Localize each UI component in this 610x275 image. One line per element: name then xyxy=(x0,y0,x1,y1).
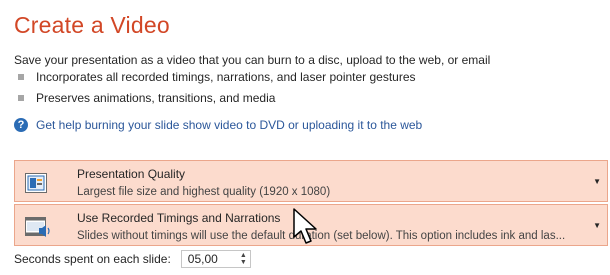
quality-dropdown[interactable]: Presentation Quality Largest file size a… xyxy=(14,160,608,202)
timings-dropdown-description: Slides without timings will use the defa… xyxy=(77,230,566,242)
film-speaker-icon xyxy=(25,217,51,237)
quality-dropdown-description: Largest file size and highest quality (1… xyxy=(77,186,331,198)
chevron-down-icon[interactable]: ▼ xyxy=(593,177,601,186)
bullet-square-icon xyxy=(18,74,24,80)
help-link-text[interactable]: Get help burning your slide show video t… xyxy=(36,118,422,132)
bullet-square-icon xyxy=(18,95,24,101)
quality-dropdown-label: Presentation Quality xyxy=(77,167,186,181)
bullet-item: Incorporates all recorded timings, narra… xyxy=(14,70,416,84)
question-circle-icon: ? xyxy=(14,118,28,132)
page-description: Save your presentation as a video that y… xyxy=(14,53,491,67)
help-link[interactable]: ? Get help burning your slide show video… xyxy=(14,118,422,132)
mouse-pointer-icon xyxy=(292,207,322,247)
seconds-setting: Seconds spent on each slide: 05,00 ▲ ▼ xyxy=(14,250,251,268)
spin-up-icon[interactable]: ▲ xyxy=(240,252,247,259)
chevron-down-icon[interactable]: ▼ xyxy=(593,221,601,230)
page-title: Create a Video xyxy=(14,12,170,38)
timings-dropdown-label: Use Recorded Timings and Narrations xyxy=(77,211,281,225)
bullet-text: Preserves animations, transitions, and m… xyxy=(36,91,276,105)
bullet-text: Incorporates all recorded timings, narra… xyxy=(36,70,416,84)
spin-down-icon[interactable]: ▼ xyxy=(240,259,247,266)
presentation-quality-icon xyxy=(25,173,47,193)
spinner-buttons[interactable]: ▲ ▼ xyxy=(240,251,247,267)
seconds-value[interactable]: 05,00 xyxy=(182,252,218,266)
seconds-label: Seconds spent on each slide: xyxy=(14,252,171,266)
seconds-spinner[interactable]: 05,00 ▲ ▼ xyxy=(180,250,251,268)
bullet-item: Preserves animations, transitions, and m… xyxy=(14,91,275,105)
